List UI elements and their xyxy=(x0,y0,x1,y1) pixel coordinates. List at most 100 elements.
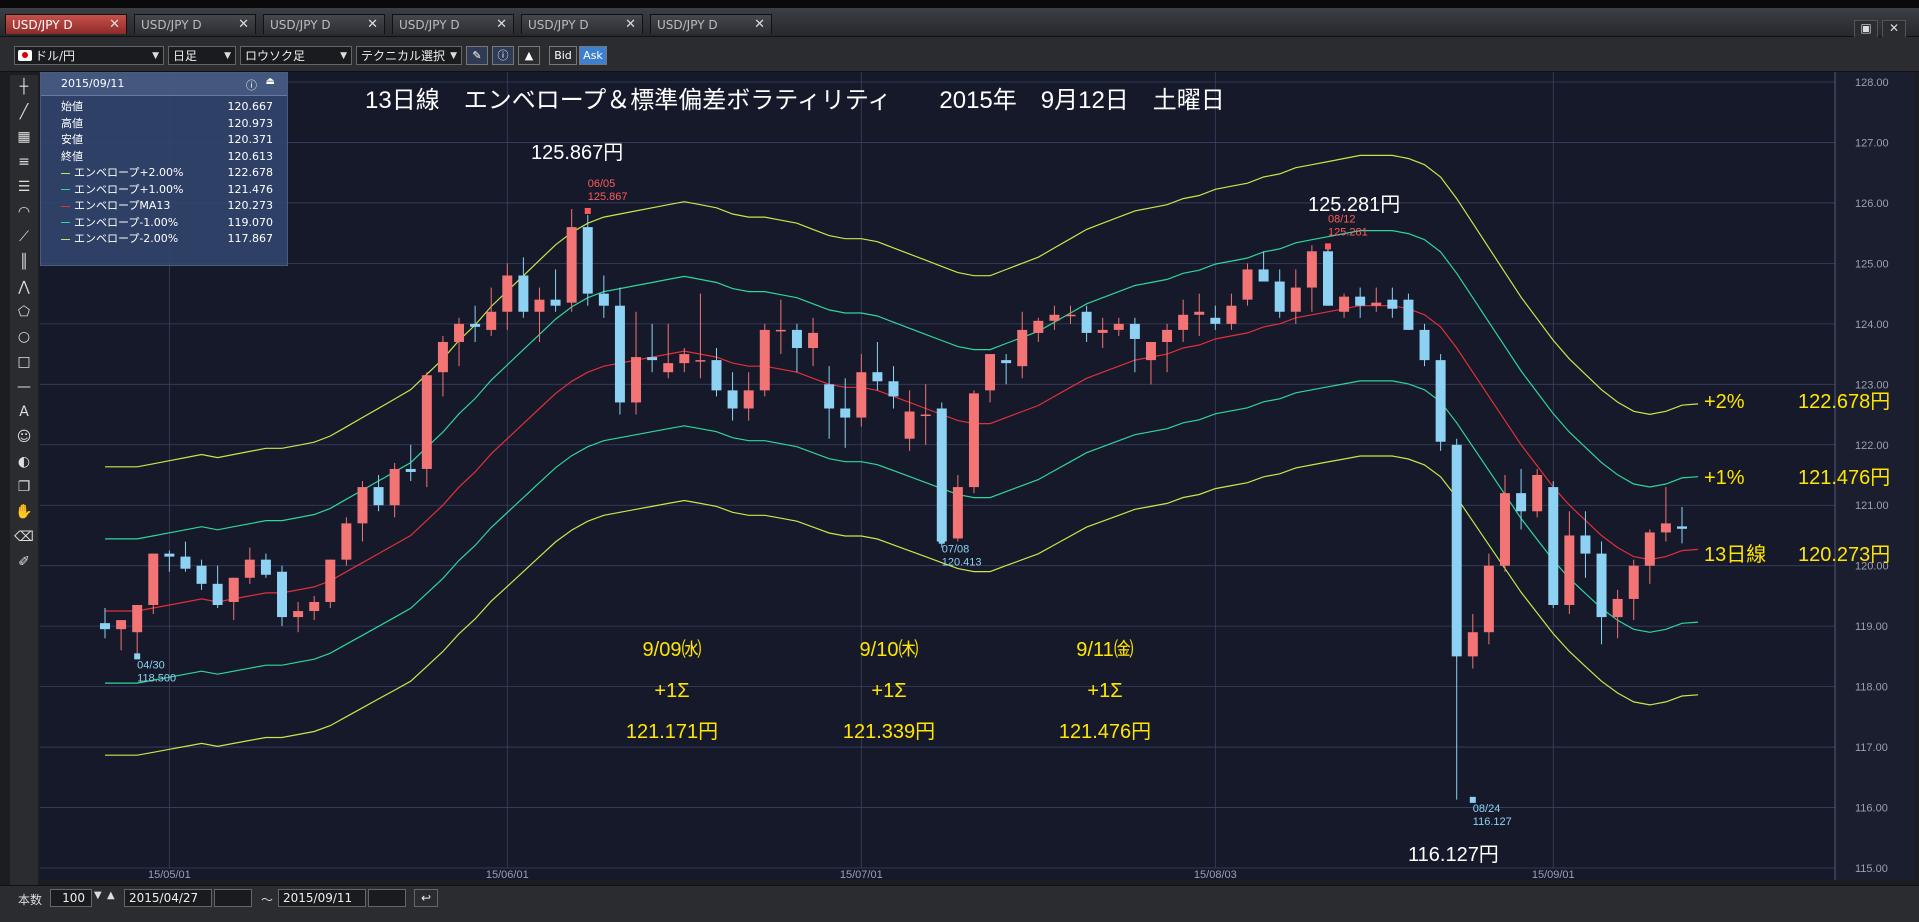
y-tick-label: 126.00 xyxy=(1855,198,1889,210)
info-icon[interactable]: ⓘ xyxy=(246,77,257,93)
candle-body xyxy=(1419,329,1430,361)
candle-body xyxy=(454,323,465,342)
candle-body xyxy=(1017,329,1028,367)
info-row-label: エンベロープMA13 xyxy=(61,198,170,214)
candle-body xyxy=(1178,314,1189,330)
candle-body xyxy=(1564,535,1575,605)
candle-body xyxy=(1290,287,1301,312)
info-row-label: エンベロープ+1.00% xyxy=(61,182,184,198)
info-row: 安値 120.371 xyxy=(61,132,281,148)
candle-body xyxy=(534,299,545,312)
candle-body xyxy=(679,354,690,364)
chevron-up-icon[interactable]: ▲ xyxy=(107,890,115,901)
legend-swatch xyxy=(61,205,70,207)
x-tick-label: 15/05/01 xyxy=(148,869,191,881)
candle-body xyxy=(1435,360,1446,442)
candle-body xyxy=(1403,299,1414,330)
candle-body xyxy=(1516,493,1527,512)
candle-body xyxy=(1612,598,1623,618)
candle-body xyxy=(341,523,352,560)
marker-dot xyxy=(1324,243,1331,250)
chevron-down-icon[interactable]: ▼ xyxy=(94,890,102,901)
candle-body xyxy=(1129,323,1140,339)
count-label: 本数 xyxy=(18,893,43,907)
candle-body xyxy=(212,583,223,605)
candle-body xyxy=(1451,444,1462,657)
candle-body xyxy=(856,372,867,418)
to-date-field[interactable]: 2015/09/11 xyxy=(278,889,366,907)
info-row-value: 119.070 xyxy=(227,215,274,229)
x-tick-label: 15/06/01 xyxy=(486,869,529,881)
right-annotation-value: 122.678円 xyxy=(1798,391,1890,413)
info-row-text: 高値 xyxy=(61,116,83,130)
y-tick-label: 125.00 xyxy=(1855,258,1889,270)
candle-body xyxy=(727,390,738,409)
candle-body xyxy=(904,411,915,439)
candle-body xyxy=(1548,487,1559,605)
candle-body xyxy=(244,559,255,578)
info-row-text: 終値 xyxy=(61,149,83,163)
candle-body xyxy=(759,329,770,391)
info-row-value: 117.867 xyxy=(227,232,274,245)
candle-body xyxy=(373,487,384,506)
y-tick-label: 115.00 xyxy=(1855,863,1888,875)
candle-body xyxy=(968,393,979,488)
count-field[interactable]: 100 xyxy=(50,889,92,907)
date-annotation: 9/10㈭ xyxy=(860,638,919,661)
candle-body xyxy=(614,305,625,403)
candle-body xyxy=(1065,314,1076,317)
date-annotation: 9/09㈬ xyxy=(643,638,702,661)
candle-body xyxy=(502,275,513,312)
candle-body xyxy=(1596,553,1607,618)
candle-body xyxy=(872,372,883,382)
info-row-value: 120.273 xyxy=(227,199,274,212)
candle-body xyxy=(228,577,239,602)
marker-value: 125.281 xyxy=(1328,226,1368,238)
candle-body xyxy=(808,332,819,349)
candle-body xyxy=(1226,305,1237,324)
candle-body xyxy=(1274,281,1285,312)
info-row: エンベロープ-1.00% 119.070 xyxy=(61,215,281,231)
info-row: エンベロープ+1.00% 121.476 xyxy=(61,182,281,198)
marker-date: 06/05 xyxy=(588,178,616,190)
sigma-annotation: +1Σ xyxy=(1087,680,1122,702)
candle-body xyxy=(1467,632,1478,657)
candle-body xyxy=(1580,535,1591,554)
marker-value: 125.867 xyxy=(588,191,628,203)
right-annotation-label: 13日線 xyxy=(1704,543,1766,566)
candle-body xyxy=(1258,269,1269,282)
candle-body xyxy=(695,360,706,362)
marker-value: 118.500 xyxy=(137,672,176,684)
candle-body xyxy=(1322,251,1333,306)
candle-body xyxy=(775,329,786,332)
candle-body xyxy=(437,341,448,373)
info-row-value: 120.371 xyxy=(227,133,274,146)
from-time-field[interactable] xyxy=(214,889,252,907)
range-separator: 〜 xyxy=(261,893,274,907)
legend-swatch xyxy=(61,172,70,174)
info-panel[interactable]: 2015/09/11 ⓘ ⏏ 始値 120.667 高値 120.973 安値 120.3… xyxy=(40,72,288,266)
candle-body xyxy=(1483,565,1494,633)
info-row-label: 安値 xyxy=(61,132,83,148)
candle-body xyxy=(260,559,271,575)
y-tick-label: 116.00 xyxy=(1855,803,1888,815)
right-annotation-label: +2% xyxy=(1704,391,1745,413)
candle-body xyxy=(1194,311,1205,315)
y-tick-label: 118.00 xyxy=(1855,682,1888,694)
x-tick-label: 15/09/01 xyxy=(1532,869,1575,881)
info-row-text: エンベロープMA13 xyxy=(74,199,171,212)
chart-title: 13日線 エンベロープ＆標準偏差ボラティリティ 2015年 9月12日 土曜日 xyxy=(365,87,1225,114)
candle-body xyxy=(647,357,658,361)
info-row: 高値 120.973 xyxy=(61,116,281,132)
candle-body xyxy=(1306,251,1317,288)
collapse-icon[interactable]: ⏏ xyxy=(266,76,275,87)
candle-body xyxy=(743,390,754,409)
candle-body xyxy=(148,553,159,605)
info-row-text: エンベロープ-2.00% xyxy=(74,232,179,245)
reset-range-icon[interactable]: ↩ xyxy=(414,889,438,907)
from-date-field[interactable]: 2015/04/27 xyxy=(124,889,212,907)
y-tick-label: 127.00 xyxy=(1855,137,1889,149)
to-time-field[interactable] xyxy=(368,889,406,907)
candle-body xyxy=(888,381,899,397)
candle-body xyxy=(1113,323,1124,330)
